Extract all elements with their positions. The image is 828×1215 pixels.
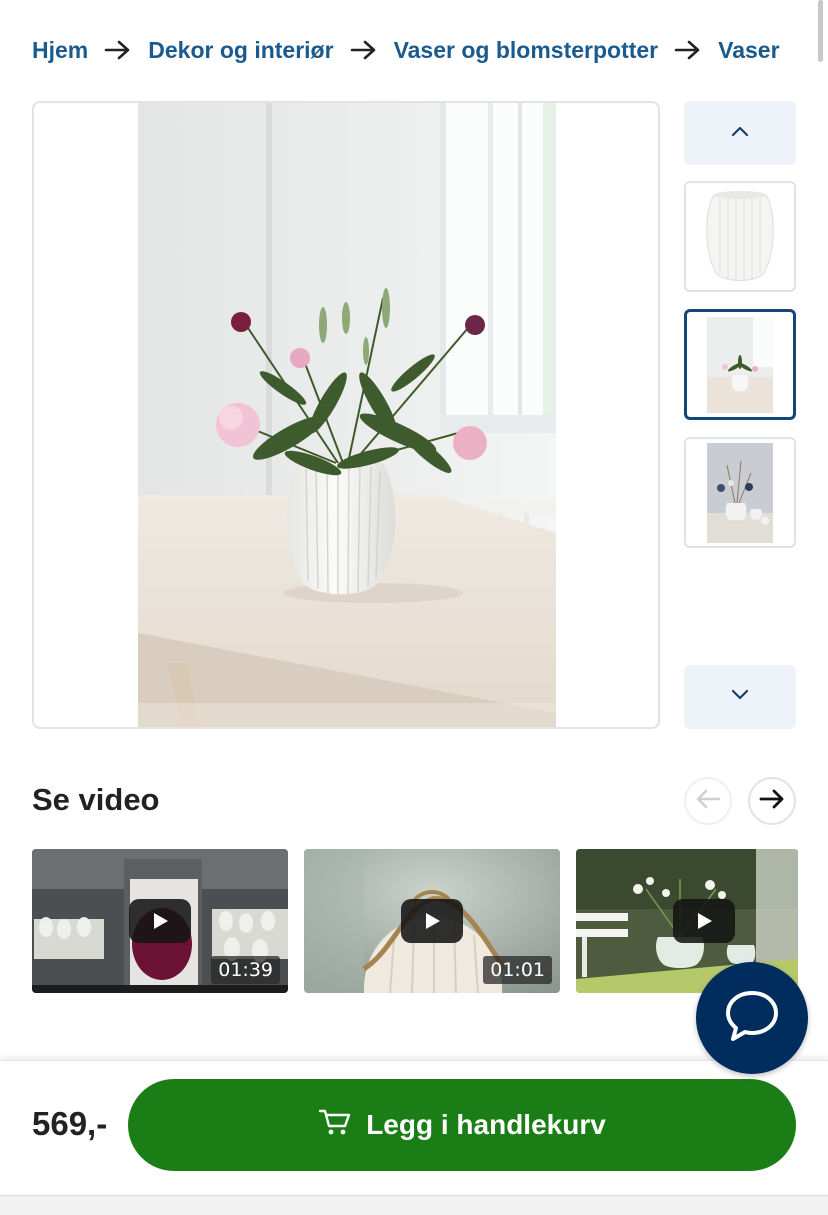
arrow-right-icon	[350, 39, 378, 61]
breadcrumb-vaser-blomsterpotter[interactable]: Vaser og blomsterpotter	[394, 37, 659, 64]
arrow-left-icon	[695, 789, 721, 814]
video-next-button[interactable]	[748, 777, 796, 825]
product-page: Hjem Dekor og interiør Vaser og blomster…	[0, 0, 828, 1215]
play-icon	[129, 899, 191, 943]
shopping-cart-icon	[318, 1108, 352, 1143]
video-card[interactable]: 01:01	[304, 849, 560, 993]
video-section-title: Se video	[32, 782, 160, 817]
video-duration: 01:39	[211, 956, 280, 984]
arrow-right-icon	[674, 39, 702, 61]
vase-with-flowers-photo	[138, 103, 556, 727]
vase-with-flowers-on-table	[707, 316, 773, 413]
white-ribbed-vase-product	[706, 190, 774, 281]
chevron-down-icon	[731, 688, 749, 706]
main-product-image[interactable]	[32, 101, 660, 729]
thumbnail-scroll-down[interactable]	[684, 665, 796, 729]
vases-with-dried-flowers	[707, 442, 773, 543]
arrow-right-icon	[104, 39, 132, 61]
breadcrumb: Hjem Dekor og interiør Vaser og blomster…	[32, 30, 798, 70]
video-prev-button[interactable]	[684, 777, 732, 825]
video-duration: 01:01	[483, 956, 552, 984]
scrollbar[interactable]	[818, 0, 823, 62]
breadcrumb-home[interactable]: Hjem	[32, 37, 88, 64]
browser-toolbar	[0, 1195, 828, 1215]
video-card[interactable]: 01:39	[32, 849, 288, 993]
chevron-up-icon	[731, 124, 749, 142]
play-icon	[401, 899, 463, 943]
thumbnail-1[interactable]	[684, 181, 796, 292]
add-to-cart-button[interactable]: Legg i handlekurv	[128, 1079, 796, 1171]
arrow-right-icon	[759, 789, 785, 814]
thumbnail-2[interactable]	[684, 309, 796, 420]
purchase-bar: 569,- Legg i handlekurv	[0, 1060, 828, 1195]
add-to-cart-label: Legg i handlekurv	[366, 1109, 606, 1140]
thumbnail-3[interactable]	[684, 437, 796, 548]
product-price: 569,-	[32, 1105, 108, 1142]
chat-bubble-icon	[723, 989, 781, 1048]
thumbnail-scroll-up[interactable]	[684, 101, 796, 165]
breadcrumb-vaser[interactable]: Vaser	[718, 37, 779, 64]
breadcrumb-dekor[interactable]: Dekor og interiør	[148, 37, 333, 64]
play-icon	[673, 899, 735, 943]
chat-button[interactable]	[696, 962, 808, 1074]
